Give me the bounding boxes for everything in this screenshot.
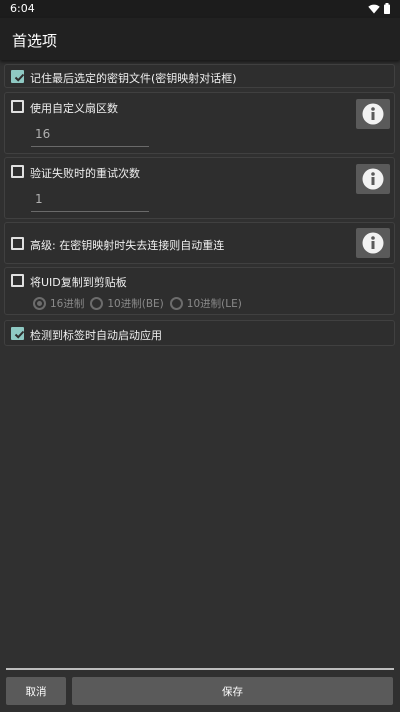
retry-count-input[interactable]: 1 bbox=[31, 188, 149, 212]
custom-sectors-input[interactable]: 16 bbox=[31, 123, 149, 147]
auto-reconnect-info-button[interactable] bbox=[356, 228, 390, 258]
info-icon bbox=[362, 168, 384, 190]
remember-key-file-label: 记住最后选定的密钥文件(密钥映射对话框) bbox=[30, 72, 237, 85]
radio-dec-be-label: 10进制(BE) bbox=[107, 298, 164, 310]
auto-reconnect-label: 高级: 在密钥映射时失去连接则自动重连 bbox=[30, 239, 225, 252]
page-title: 首选项 bbox=[12, 32, 58, 50]
info-icon bbox=[362, 103, 384, 125]
radio-dec-le-circle[interactable] bbox=[169, 297, 183, 310]
wifi-icon bbox=[368, 4, 380, 13]
app-bar: 首选项 bbox=[0, 18, 400, 60]
pref-custom-sectors: 使用自定义扇区数 16 bbox=[4, 92, 395, 154]
radio-dec-le-label: 10进制(LE) bbox=[186, 298, 242, 310]
radio-hex[interactable]: 16进制 bbox=[33, 296, 84, 311]
status-time: 6:04 bbox=[10, 2, 35, 15]
save-button[interactable]: 保存 bbox=[72, 677, 393, 705]
checkmark-icon bbox=[14, 330, 25, 339]
retry-count-info-button[interactable] bbox=[356, 164, 390, 194]
copy-uid-label: 将UID复制到剪贴板 bbox=[30, 276, 127, 289]
radio-hex-label: 16进制 bbox=[50, 298, 85, 310]
battery-icon bbox=[384, 3, 390, 14]
retry-count-label: 验证失败时的重试次数 bbox=[30, 167, 140, 180]
radio-dec-le[interactable]: 10进制(LE) bbox=[169, 296, 242, 311]
info-icon bbox=[362, 232, 384, 254]
pref-auto-start: 检测到标签时自动启动应用 bbox=[4, 320, 395, 346]
radio-hex-circle[interactable] bbox=[33, 297, 46, 310]
custom-sectors-checkbox[interactable] bbox=[11, 100, 24, 113]
auto-start-checkbox[interactable] bbox=[11, 327, 25, 340]
divider bbox=[6, 668, 394, 670]
pref-remember-key-file: 记住最后选定的密钥文件(密钥映射对话框) bbox=[4, 64, 395, 88]
custom-sectors-info-button[interactable] bbox=[356, 99, 390, 129]
radio-dec-be[interactable]: 10进制(BE) bbox=[90, 296, 164, 311]
copy-uid-checkbox[interactable] bbox=[11, 274, 24, 287]
status-icons bbox=[368, 3, 390, 14]
radio-dec-be-circle[interactable] bbox=[90, 297, 104, 310]
auto-start-label: 检测到标签时自动启动应用 bbox=[30, 329, 162, 342]
retry-count-checkbox[interactable] bbox=[11, 165, 24, 178]
checkmark-icon bbox=[14, 73, 25, 82]
pref-copy-uid: 将UID复制到剪贴板 16进制 10进制(BE) 10进制(LE) bbox=[4, 267, 395, 315]
pref-retry-count: 验证失败时的重试次数 1 bbox=[4, 157, 395, 219]
uid-format-radio-group: 16进制 10进制(BE) 10进制(LE) bbox=[33, 296, 248, 311]
pref-auto-reconnect: 高级: 在密钥映射时失去连接则自动重连 bbox=[4, 222, 395, 264]
custom-sectors-label: 使用自定义扇区数 bbox=[30, 102, 118, 115]
cancel-button[interactable]: 取消 bbox=[6, 677, 66, 705]
remember-key-file-checkbox[interactable] bbox=[11, 70, 25, 83]
status-bar: 6:04 bbox=[0, 0, 400, 18]
auto-reconnect-checkbox[interactable] bbox=[11, 237, 24, 250]
